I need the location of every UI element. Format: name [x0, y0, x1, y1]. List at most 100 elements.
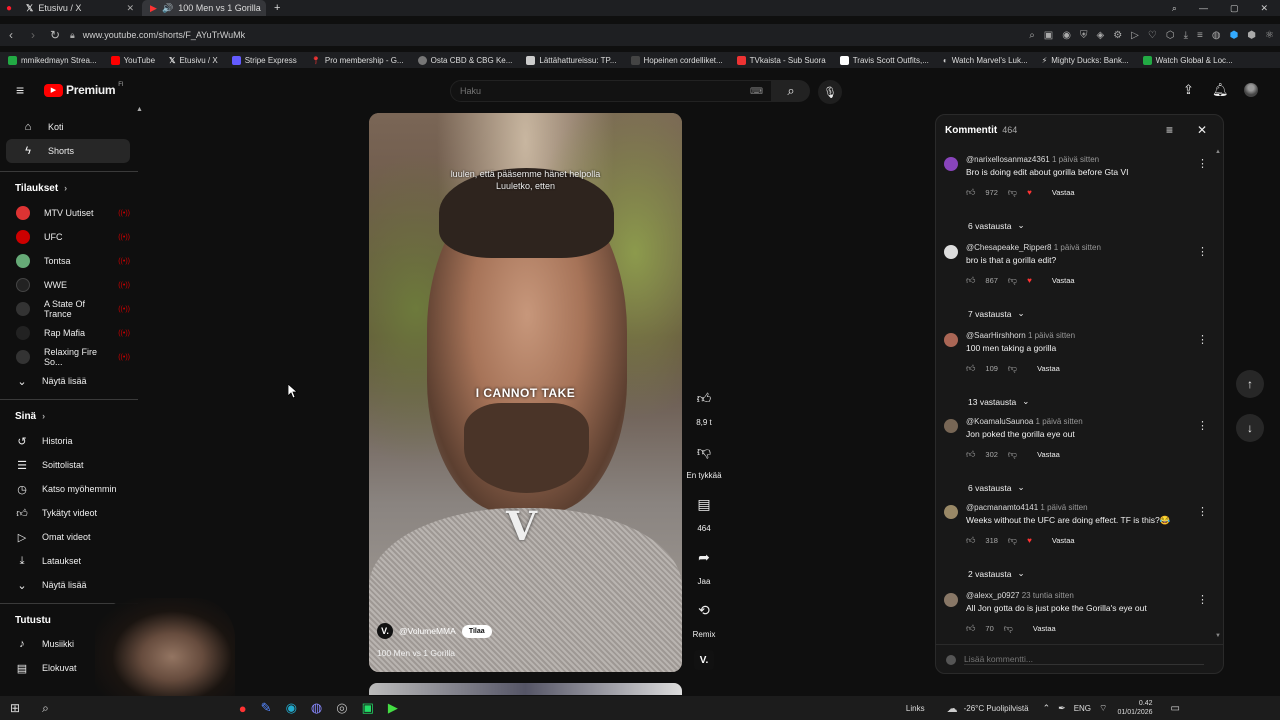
comments-action[interactable]: ▤ 464	[684, 488, 724, 534]
taskbar-app-edit[interactable]: ✎	[261, 700, 272, 716]
reload-icon[interactable]: ↻	[44, 28, 66, 42]
search-button[interactable]: ⌕	[772, 80, 810, 102]
taskbar-search-icon[interactable]: ⌕	[42, 701, 49, 716]
wifi-icon[interactable]: ⌔	[1099, 703, 1107, 714]
commenter-avatar[interactable]	[944, 419, 958, 433]
taskbar-app-edge[interactable]: ◉	[286, 700, 297, 716]
view-replies-button[interactable]: 7 vastausta ⌄	[968, 308, 1025, 319]
share-action[interactable]: ➦ Jaa	[684, 541, 724, 587]
comment-like-icon[interactable]: 👍︎	[966, 275, 975, 286]
bookmark-item[interactable]: ⚡︎ Mighty Ducks: Bank...	[1042, 56, 1129, 65]
next-short-button[interactable]: ↓	[1236, 414, 1264, 442]
scroll-down-icon[interactable]: ▼	[1215, 633, 1221, 639]
view-replies-button[interactable]: 13 vastausta ⌄	[968, 396, 1029, 407]
extension-icon-a[interactable]: ⬢	[1230, 30, 1239, 41]
notifications-bell-icon[interactable]: 🔔︎	[1212, 82, 1229, 98]
comment-dislike-icon[interactable]: 👎︎	[1008, 275, 1017, 286]
previous-short-button[interactable]: ↑	[1236, 370, 1264, 398]
show-more-subscriptions[interactable]: ⌄ Näytä lisää	[0, 369, 130, 393]
commenter-avatar[interactable]	[944, 505, 958, 519]
minimize-button[interactable]: —	[1199, 3, 1208, 14]
shield-icon[interactable]: ⛨	[1080, 30, 1088, 41]
commenter-avatar[interactable]	[944, 593, 958, 607]
comment-like-icon[interactable]: 👍︎	[966, 187, 975, 198]
comment-author[interactable]: @narixellosanmaz4361	[966, 155, 1050, 164]
subscription-relaxing-fire[interactable]: Relaxing Fire So... ((•))	[0, 345, 130, 369]
comment-reply-button[interactable]: Vastaa	[1037, 450, 1060, 459]
next-short-preview[interactable]	[369, 683, 682, 695]
comment-dislike-icon[interactable]: 👎︎	[1008, 449, 1017, 460]
bookmark-item[interactable]: Watch Global & Loc...	[1142, 55, 1233, 65]
taskbar-app-play[interactable]: ▶	[388, 700, 398, 716]
comment-dislike-icon[interactable]: 👎︎	[1008, 363, 1017, 374]
comment-time[interactable]: 1 päivä sitten	[1036, 417, 1083, 426]
back-icon[interactable]: ‹	[0, 28, 22, 42]
sidebar-item-downloads[interactable]: ⤓ Lataukset	[0, 549, 130, 573]
you-heading[interactable]: Sinä ›	[0, 408, 140, 424]
camera-icon[interactable]: ◉	[1062, 30, 1071, 41]
view-replies-button[interactable]: 2 vastausta ⌄	[968, 568, 1025, 579]
comment-time[interactable]: 1 päivä sitten	[1028, 331, 1075, 340]
snapshot-icon[interactable]: ▣	[1044, 30, 1053, 41]
share-icon[interactable]: ➦	[688, 541, 720, 573]
comment-like-icon[interactable]: 👍︎	[966, 363, 975, 374]
commenter-avatar[interactable]	[944, 245, 958, 259]
subscription-mtv-uutiset[interactable]: MTV Uutiset ((•))	[0, 201, 130, 225]
profile-icon[interactable]: ◍	[1212, 30, 1221, 41]
bookmark-item[interactable]: YouTube	[110, 55, 155, 65]
video-title[interactable]: 100 Men vs 1 Gorilla	[377, 648, 455, 658]
sidebar-item-your-videos[interactable]: ▷ Omat videot	[0, 525, 130, 549]
taskbar-links[interactable]: Links	[906, 704, 925, 713]
tray-chevron-icon[interactable]: ⌃	[1043, 703, 1051, 714]
subscription-tontsa[interactable]: Tontsa ((•))	[0, 249, 130, 273]
scroll-up-icon[interactable]: ▲	[1215, 149, 1221, 155]
taskbar-app-discord[interactable]: ◍	[311, 700, 322, 716]
keyboard-icon[interactable]: ⌨	[750, 86, 763, 97]
sidebar-item-liked-videos[interactable]: 👍︎ Tykätyt videot	[0, 501, 130, 525]
tab-close-icon[interactable]: ✕	[127, 3, 135, 14]
comment-reply-button[interactable]: Vastaa	[1033, 624, 1056, 633]
commenter-avatar[interactable]	[944, 333, 958, 347]
comment-more-icon[interactable]: ⋮	[1197, 419, 1208, 432]
comment-author[interactable]: @alexx_p0927	[966, 591, 1020, 600]
comment-reply-button[interactable]: Vastaa	[1052, 276, 1075, 285]
comment-more-icon[interactable]: ⋮	[1197, 505, 1208, 518]
subscription-rap-mafia[interactable]: Rap Mafia ((•))	[0, 321, 130, 345]
bookmark-item[interactable]: TVkaista - Sub Suora	[736, 55, 826, 65]
comment-time[interactable]: 1 päivä sitten	[1052, 155, 1099, 164]
bookmark-item[interactable]: Stripe Express	[231, 55, 297, 65]
commenter-avatar[interactable]	[944, 157, 958, 171]
tab-etusivu-x[interactable]: 𝕏 Etusivu / X ✕	[18, 0, 142, 16]
sound-channel-thumbnail[interactable]: V.	[694, 650, 714, 670]
comment-author[interactable]: @KoamaluSaunoa	[966, 417, 1033, 426]
maximize-button[interactable]: ▢	[1230, 3, 1239, 14]
remix-action[interactable]: ⟲ Remix	[684, 594, 724, 640]
cube-icon[interactable]: ⬡	[1166, 30, 1175, 41]
subscriptions-heading[interactable]: Tilaukset ›	[0, 180, 140, 196]
bookmark-item[interactable]: Hopeinen cordelliket...	[630, 55, 723, 65]
taskbar-app-opera[interactable]: ●	[239, 701, 247, 716]
dislike-icon[interactable]: 👎︎	[688, 435, 720, 467]
subscription-ufc[interactable]: UFC ((•))	[0, 225, 130, 249]
sidebar-scroll-up-icon[interactable]: ▲	[136, 106, 143, 113]
search-box[interactable]: ⌨	[450, 80, 772, 102]
comments-scrollbar[interactable]: ▲ ▼	[1215, 149, 1221, 639]
view-replies-button[interactable]: 6 vastausta ⌄	[968, 220, 1025, 231]
dislike-action[interactable]: 👎︎ En tykkää	[684, 435, 724, 481]
heart-icon[interactable]: ♡	[1148, 30, 1157, 41]
url-field[interactable]: 🔒︎ www.youtube.com/shorts/F_AYuTrWuMk	[70, 24, 245, 46]
subscription-wwe[interactable]: WWE ((•))	[0, 273, 130, 297]
tab-100-men-vs-gorilla[interactable]: ▶ 🔊 100 Men vs 1 Gorilla	[142, 0, 267, 16]
like-icon[interactable]: 👍︎	[688, 382, 720, 414]
sidebar-item-playlists[interactable]: ☰ Soittolistat	[0, 453, 130, 477]
comment-like-icon[interactable]: 👍︎	[966, 449, 975, 460]
comment-like-icon[interactable]: 👍︎	[966, 535, 975, 546]
comment-reply-button[interactable]: Vastaa	[1052, 188, 1075, 197]
bookmark-item[interactable]: ◐ Watch Marvel's Luk...	[943, 56, 1028, 65]
menu-icon[interactable]: ≡	[1197, 30, 1203, 41]
extension-icon-b[interactable]: ⬢	[1247, 30, 1256, 41]
notifications-icon[interactable]: ▭	[1171, 703, 1180, 714]
comment-reply-button[interactable]: Vastaa	[1037, 364, 1060, 373]
comment-dislike-icon[interactable]: 👎︎	[1008, 535, 1017, 546]
taskbar-app-steam[interactable]: ◎	[336, 700, 347, 716]
